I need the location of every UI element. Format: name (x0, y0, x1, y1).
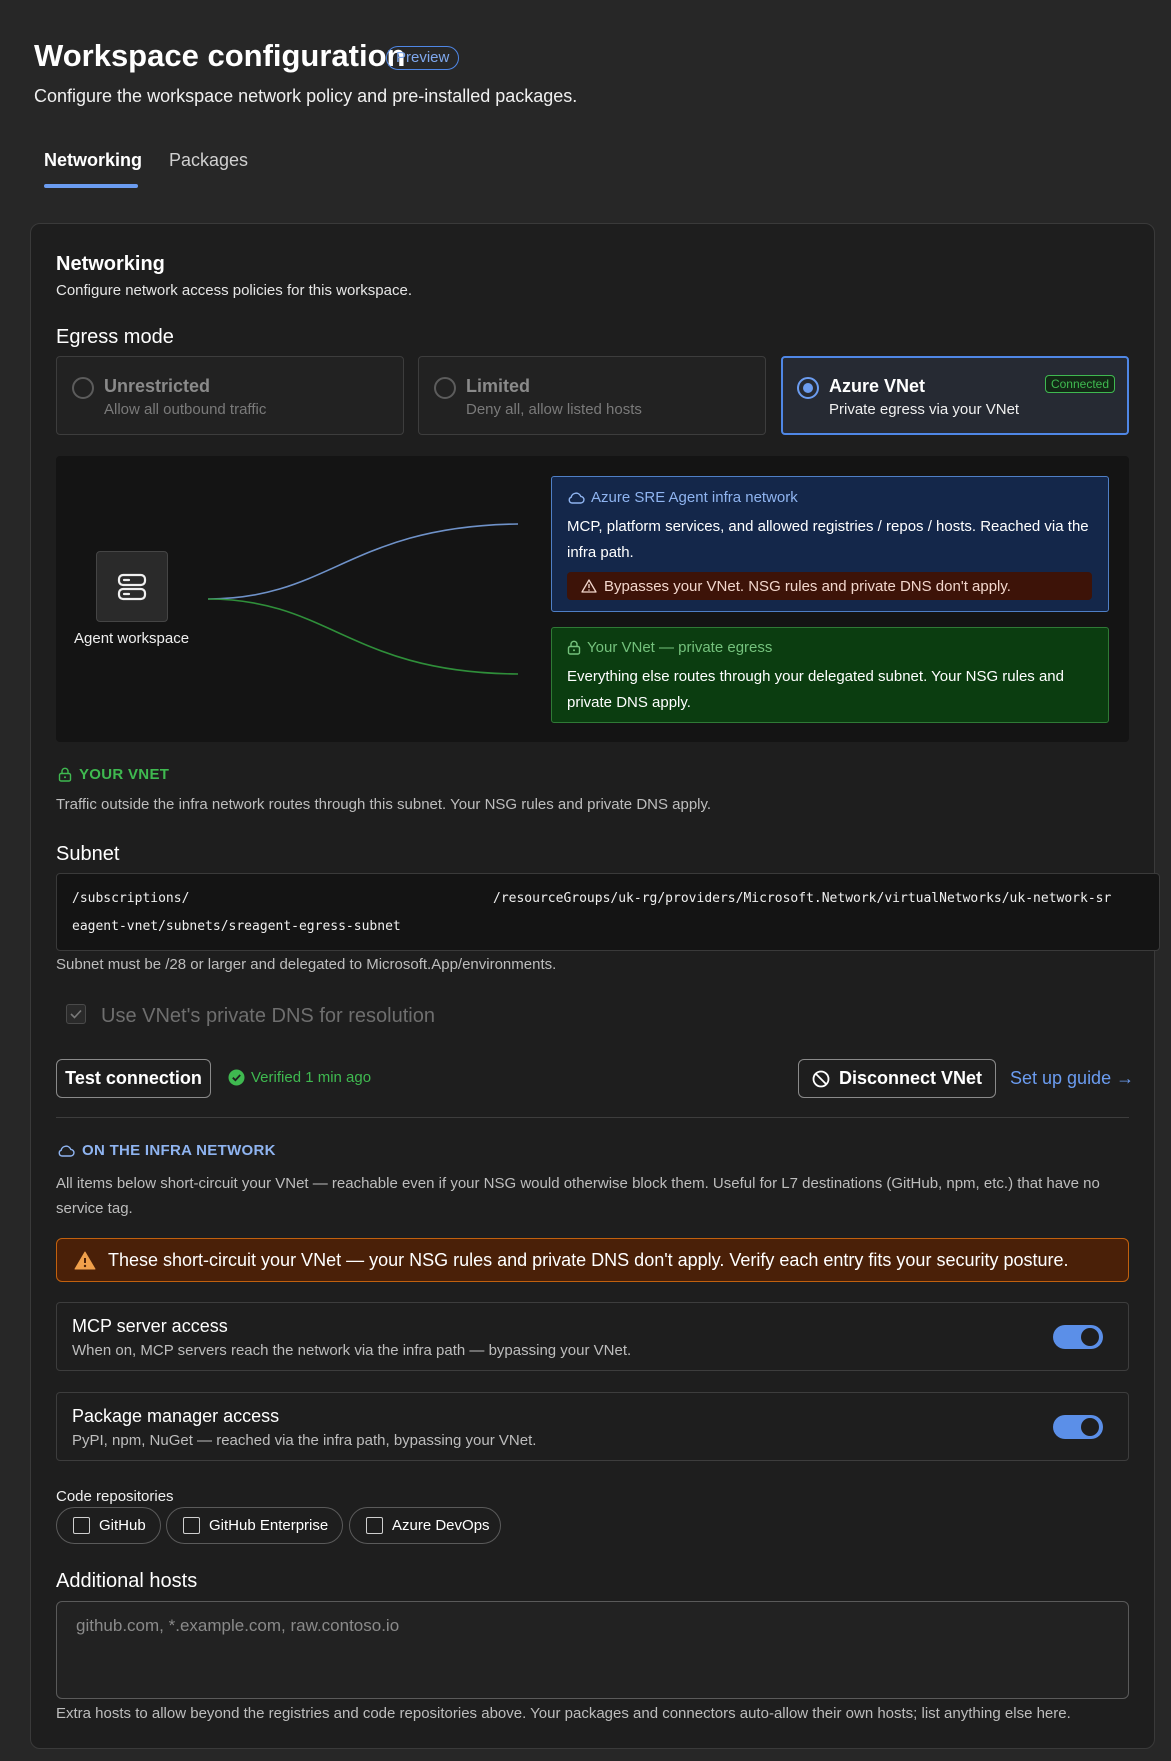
verified-status: Verified 1 min ago (228, 1069, 371, 1086)
additional-hosts-help: Extra hosts to allow beyond the registri… (56, 1705, 1071, 1722)
repo-chip-github-enterprise[interactable]: GitHub Enterprise (166, 1507, 343, 1544)
tab-networking[interactable]: Networking (44, 150, 142, 171)
option-description: Private egress via your VNet (829, 401, 1020, 418)
toggle-description: When on, MCP servers reach the network v… (72, 1342, 632, 1359)
egress-mode-label: Egress mode (56, 326, 174, 348)
infra-network-box: Azure SRE Agent infra network MCP, platf… (551, 476, 1109, 612)
check-circle-icon (228, 1069, 245, 1086)
lock-icon (58, 767, 72, 782)
workspace-label: Agent workspace (74, 630, 190, 647)
toggle-title: Package manager access (72, 1406, 280, 1426)
private-dns-label: Use VNet's private DNS for resolution (101, 1005, 435, 1027)
your-vnet-heading-text: YOUR VNET (79, 766, 170, 783)
mcp-server-access-toggle[interactable] (1053, 1325, 1103, 1349)
infra-network-description: All items below short-circuit your VNet … (56, 1175, 1100, 1217)
test-connection-button[interactable]: Test connection (56, 1059, 211, 1098)
checkbox[interactable] (183, 1517, 200, 1534)
toggle-description: PyPI, npm, NuGet — reached via the infra… (72, 1432, 537, 1449)
setup-guide-link[interactable]: Set up guide → (1010, 1068, 1134, 1089)
page-subtitle: Configure the workspace network policy a… (34, 86, 578, 106)
checkbox[interactable] (73, 1517, 90, 1534)
option-title: Unrestricted (104, 376, 211, 396)
flow-lines (200, 500, 530, 700)
code-repositories-label: Code repositories (56, 1488, 174, 1505)
warning-banner-text: These short-circuit your VNet — your NSG… (108, 1249, 1069, 1270)
warning-icon (74, 1251, 96, 1270)
egress-option-unrestricted[interactable]: Unrestricted Allow all outbound traffic (56, 356, 404, 435)
infra-warning: Bypasses your VNet. NSG rules and privat… (567, 572, 1092, 600)
vnet-box-text: Everything else routes through your dele… (567, 668, 1064, 711)
subnet-label: Subnet (56, 843, 120, 865)
section-divider (56, 1117, 1129, 1118)
cloud-icon (567, 491, 585, 504)
preview-badge: Preview (386, 46, 460, 70)
infra-network-heading-text: ON THE INFRA NETWORK (82, 1142, 276, 1159)
egress-option-limited[interactable]: Limited Deny all, allow listed hosts (418, 356, 766, 435)
infra-warning-text: Bypasses your VNet. NSG rules and privat… (604, 577, 1011, 595)
infra-box-title: Azure SRE Agent infra network (591, 489, 798, 506)
tab-packages[interactable]: Packages (169, 150, 248, 171)
workspace-node (96, 551, 168, 622)
subnet-help-text: Subnet must be /28 or larger and delegat… (56, 956, 557, 973)
egress-option-azure-vnet[interactable]: Azure VNet Private egress via your VNet … (781, 356, 1129, 435)
your-vnet-description: Traffic outside the infra network routes… (56, 796, 712, 813)
toggle-title: MCP server access (72, 1316, 228, 1336)
tab-active-indicator (44, 184, 138, 188)
infra-box-text: MCP, platform services, and allowed regi… (567, 518, 1089, 561)
section-title: Networking (56, 253, 165, 275)
radio-button[interactable] (72, 377, 94, 399)
mcp-server-access-row: MCP server access When on, MCP servers r… (56, 1302, 1129, 1371)
section-subtitle: Configure network access policies for th… (56, 282, 412, 299)
infra-network-heading: ON THE INFRA NETWORK (57, 1142, 276, 1159)
subnet-value-prefix: /subscriptions/ (72, 891, 190, 906)
checkbox[interactable] (366, 1517, 383, 1534)
repo-chip-azure-devops[interactable]: Azure DevOps (349, 1507, 501, 1544)
option-title: Limited (466, 376, 531, 396)
chip-label: GitHub Enterprise (209, 1517, 329, 1534)
option-description: Deny all, allow listed hosts (466, 401, 642, 418)
subnet-value-continuation: eagent-vnet/subnets/sreagent-egress-subn… (72, 919, 401, 934)
additional-hosts-label: Additional hosts (56, 1570, 198, 1592)
short-circuit-warning-banner: These short-circuit your VNet — your NSG… (56, 1238, 1129, 1282)
radio-button[interactable] (434, 377, 456, 399)
chip-label: Azure DevOps (392, 1517, 490, 1534)
vnet-box-title: Your VNet — private egress (587, 639, 773, 656)
package-manager-access-toggle[interactable] (1053, 1415, 1103, 1439)
chip-label: GitHub (99, 1517, 146, 1534)
disconnect-vnet-button[interactable]: Disconnect VNet (798, 1059, 996, 1098)
page-title: Workspace configuration (34, 38, 406, 73)
cloud-icon (57, 1144, 75, 1157)
subnet-value-path: /resourceGroups/uk-rg/providers/Microsof… (493, 891, 1112, 906)
checkmark-icon (70, 1009, 82, 1019)
repo-chip-github[interactable]: GitHub (56, 1507, 161, 1544)
option-title: Azure VNet (829, 376, 926, 396)
verified-text: Verified 1 min ago (251, 1069, 372, 1086)
radio-button-selected[interactable] (797, 377, 819, 399)
subnet-field[interactable] (56, 873, 1160, 951)
connected-badge: Connected (1044, 375, 1115, 393)
warning-icon (581, 579, 597, 593)
additional-hosts-input[interactable] (56, 1601, 1129, 1699)
private-dns-checkbox[interactable] (66, 1004, 86, 1024)
vnet-egress-box: Your VNet — private egress Everything el… (551, 627, 1109, 723)
option-description: Allow all outbound traffic (104, 401, 267, 418)
package-manager-access-row: Package manager access PyPI, npm, NuGet … (56, 1392, 1129, 1461)
block-icon (812, 1070, 830, 1088)
lock-icon (567, 640, 581, 655)
disconnect-vnet-label: Disconnect VNet (838, 1068, 983, 1088)
server-icon (117, 573, 147, 601)
your-vnet-heading: YOUR VNET (58, 766, 169, 783)
